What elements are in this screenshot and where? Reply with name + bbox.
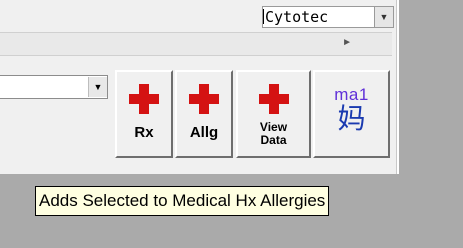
drug-field-dropdown-button[interactable]: ▼ — [374, 6, 394, 28]
combobox-dropdown-button[interactable]: ▼ — [88, 77, 107, 97]
red-cross-icon — [189, 84, 219, 114]
form-panel: Cytotec ▼ ► ▼ Rx Allg View Data ma1 妈 — [0, 0, 399, 174]
view-data-label-line2: Data — [260, 133, 287, 147]
ime-button[interactable]: ma1 妈 — [313, 70, 390, 158]
drug-name-field[interactable]: Cytotec — [262, 6, 378, 28]
text-cursor — [263, 9, 264, 24]
horizontal-scrollbar[interactable]: ► — [0, 32, 392, 56]
scroll-right-arrow-icon[interactable]: ► — [342, 37, 352, 48]
rx-button-label: Rx — [134, 124, 154, 141]
ime-character-label: 妈 — [337, 102, 366, 135]
selection-combobox[interactable]: ▼ — [0, 75, 108, 99]
red-cross-icon — [129, 84, 159, 114]
rx-button[interactable]: Rx — [115, 70, 173, 158]
red-cross-icon — [258, 84, 289, 114]
view-data-button[interactable]: View Data — [236, 70, 311, 158]
allergy-button[interactable]: Allg — [175, 70, 233, 158]
allergies-tooltip: Adds Selected to Medical Hx Allergies — [35, 186, 330, 216]
allergy-button-label: Allg — [189, 124, 219, 141]
